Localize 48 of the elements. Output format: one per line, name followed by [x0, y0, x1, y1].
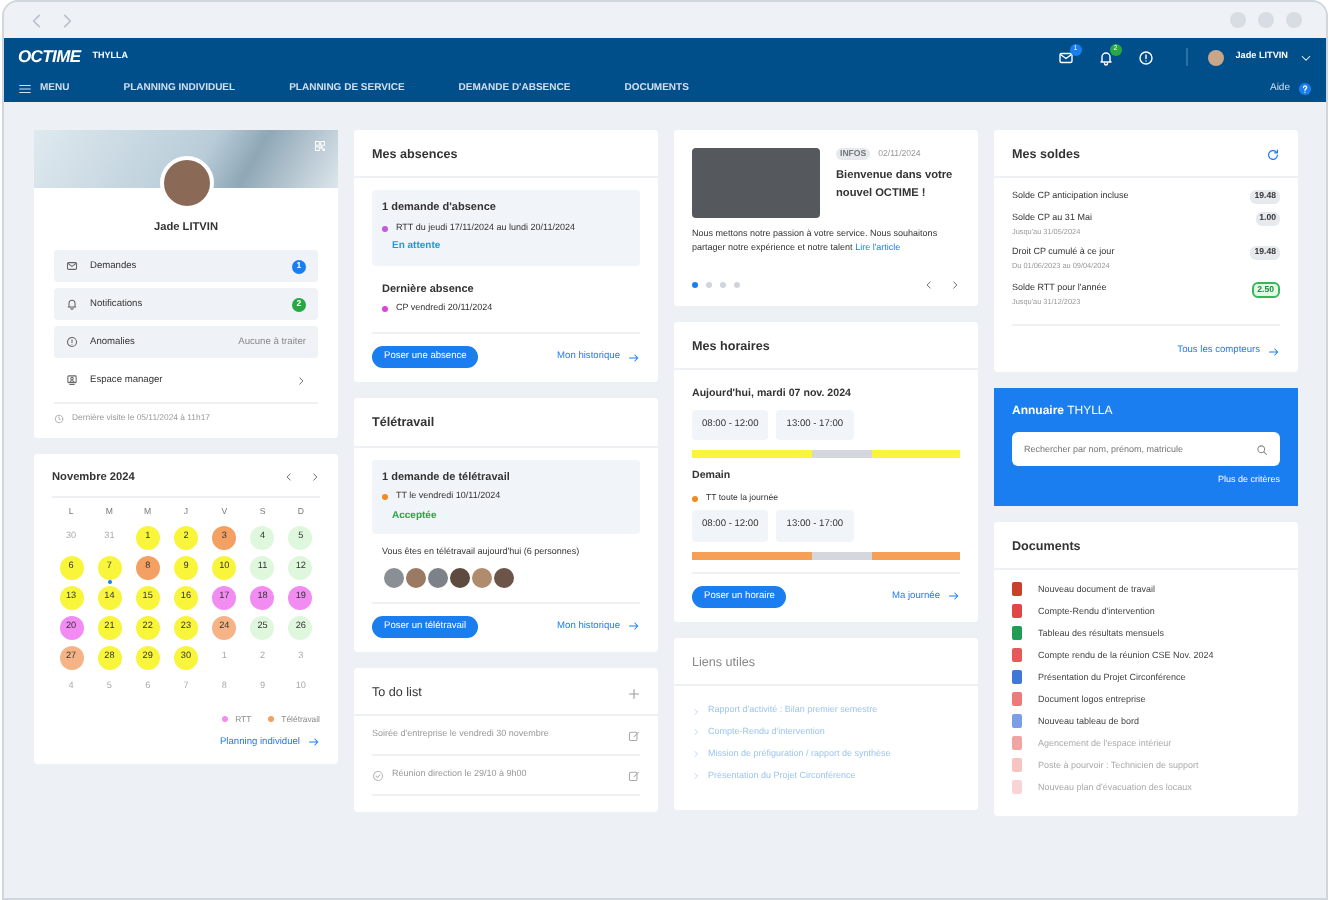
alerts-icon [1137, 49, 1154, 65]
person-avatar [426, 565, 450, 590]
chevron-right-icon [692, 707, 700, 716]
user-avatar[interactable] [1207, 49, 1224, 65]
notifications-icon [1097, 49, 1114, 65]
person-avatar [404, 565, 428, 590]
search-icon[interactable] [1256, 443, 1268, 456]
add-icon[interactable] [628, 687, 640, 700]
arrow-right-icon [1268, 345, 1280, 358]
arrow-right-icon [628, 351, 640, 364]
chevron-right-icon [296, 375, 306, 386]
edit-icon[interactable] [628, 729, 640, 742]
alerts-button[interactable] [1137, 49, 1154, 65]
carousel-dot[interactable] [720, 281, 726, 287]
manager-icon [66, 374, 78, 387]
check-icon[interactable] [372, 769, 384, 782]
forward-icon[interactable] [58, 11, 76, 29]
qr-code-icon[interactable] [314, 140, 326, 152]
mail-icon [1057, 49, 1074, 65]
chevron-left-icon[interactable] [284, 472, 294, 483]
chevron-right-icon [692, 728, 700, 737]
back-icon[interactable] [28, 11, 46, 29]
clock-icon [54, 414, 64, 425]
arrow-right-icon [308, 736, 320, 749]
person-avatar [492, 565, 516, 590]
app-logo[interactable]: OCTIME [18, 44, 81, 70]
chevron-right-icon [692, 750, 700, 759]
refresh-icon[interactable] [1266, 148, 1280, 163]
person-avatar [470, 565, 494, 590]
arrow-right-icon [628, 620, 640, 633]
person-avatar [382, 565, 406, 590]
arrow-right-icon [948, 590, 960, 603]
chevron-right-icon[interactable] [310, 472, 320, 483]
person-avatar [448, 565, 472, 590]
chevron-right-icon [692, 771, 700, 780]
carousel-dot[interactable] [706, 281, 712, 287]
bell-icon [66, 298, 78, 311]
mail-icon [66, 260, 78, 273]
menu-icon [18, 82, 32, 96]
photo-placeholder [692, 148, 820, 218]
help-icon [1298, 82, 1312, 96]
carousel-dot[interactable] [692, 281, 698, 287]
chevron-left-icon[interactable] [924, 279, 934, 289]
alert-icon [66, 336, 78, 349]
chevron-down-icon[interactable] [1300, 51, 1312, 63]
chevron-right-icon[interactable] [950, 279, 960, 289]
carousel-dot[interactable] [734, 281, 740, 287]
edit-icon[interactable] [628, 769, 640, 782]
